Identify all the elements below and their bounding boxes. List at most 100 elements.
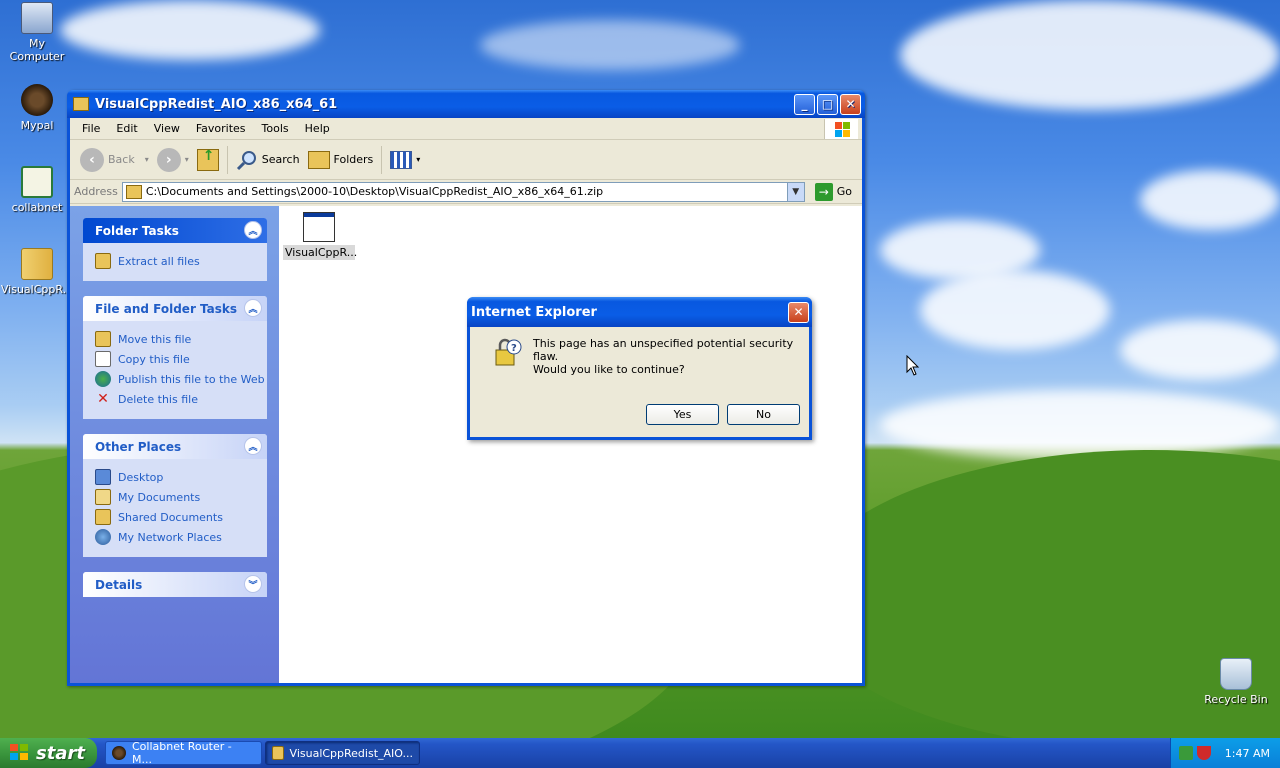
close-button[interactable]: ✕ — [840, 93, 861, 115]
back-button[interactable]: ‹ Back ▾ — [76, 145, 153, 175]
no-button[interactable]: No — [727, 404, 800, 425]
taskbar-item-collabnet[interactable]: Collabnet Router - M... — [105, 740, 262, 766]
place-label: My Documents — [118, 490, 201, 504]
recycle-bin-icon[interactable]: Recycle Bin — [1199, 658, 1273, 706]
desktop-icon-label: collabnet — [11, 201, 63, 214]
menu-favorites[interactable]: Favorites — [188, 122, 254, 135]
raccoon-icon — [21, 84, 53, 116]
group-title: Other Places — [95, 439, 182, 454]
up-folder-button[interactable]: ↑ — [193, 145, 223, 175]
cloud — [60, 0, 320, 60]
task-copy-file[interactable]: Copy this file — [95, 349, 267, 369]
menu-file[interactable]: File — [74, 122, 108, 135]
file-item[interactable]: VisualCppR... — [283, 210, 358, 260]
system-tray: 1:47 AM — [1170, 738, 1280, 768]
zip-folder-icon[interactable]: VisualCppR... — [0, 248, 74, 296]
task-label: Copy this file — [118, 352, 190, 366]
address-input[interactable]: C:\Documents and Settings\2000-10\Deskto… — [121, 181, 805, 202]
menu-edit[interactable]: Edit — [108, 122, 145, 135]
computer-icon — [21, 2, 53, 34]
taskbar-item-label: Collabnet Router - M... — [131, 740, 232, 766]
details-header[interactable]: Details ︾ — [83, 572, 267, 597]
menu-help[interactable]: Help — [297, 122, 338, 135]
collabnet-icon[interactable]: collabnet — [0, 166, 74, 214]
zip-icon — [21, 248, 53, 280]
group-title: Folder Tasks — [95, 223, 179, 238]
task-label: Extract all files — [118, 254, 200, 268]
task-extract-all[interactable]: Extract all files — [95, 251, 267, 271]
window-titlebar[interactable]: VisualCppRedist_AIO_x86_x64_61 _ □ ✕ — [67, 90, 865, 118]
go-button[interactable]: → Go — [809, 182, 858, 201]
task-publish-file[interactable]: Publish this file to the Web — [95, 369, 267, 389]
cloud — [1120, 320, 1280, 380]
collapse-icon[interactable]: ︽ — [244, 221, 262, 239]
window-title: VisualCppRedist_AIO_x86_x64_61 — [95, 96, 338, 112]
forward-button[interactable]: › ▾ — [153, 145, 193, 175]
my-documents-icon — [95, 489, 111, 505]
folder-tasks-header[interactable]: Folder Tasks ︽ — [83, 218, 267, 243]
extract-icon — [95, 253, 111, 269]
collapse-icon[interactable]: ︽ — [244, 437, 262, 455]
globe-icon — [95, 371, 111, 387]
task-move-file[interactable]: Move this file — [95, 329, 267, 349]
taskbar: start Collabnet Router - M... VisualCppR… — [0, 738, 1280, 768]
expand-icon[interactable]: ︾ — [244, 575, 262, 593]
minimize-button[interactable]: _ — [794, 93, 815, 115]
back-arrow-icon: ‹ — [80, 147, 104, 172]
dialog-title: Internet Explorer — [471, 304, 597, 320]
my-computer-icon[interactable]: My Computer — [0, 2, 74, 63]
desktop-icon-label: VisualCppR... — [0, 283, 74, 296]
place-network[interactable]: My Network Places — [95, 527, 267, 547]
security-dialog: Internet Explorer ✕ ? This page has an u… — [467, 297, 812, 440]
views-button[interactable]: ▾ — [386, 145, 424, 175]
go-arrow-icon: → — [814, 182, 833, 201]
yes-button[interactable]: Yes — [646, 404, 719, 425]
file-name: VisualCppR... — [283, 245, 358, 260]
menu-tools[interactable]: Tools — [254, 122, 297, 135]
group-title: Details — [95, 577, 143, 592]
task-delete-file[interactable]: ✕ Delete this file — [95, 389, 267, 409]
file-folder-tasks-header[interactable]: File and Folder Tasks ︽ — [83, 296, 267, 321]
address-dropdown-button[interactable]: ▼ — [786, 182, 804, 201]
network-icon — [95, 529, 111, 545]
clock[interactable]: 1:47 AM — [1225, 747, 1270, 760]
security-shield-icon[interactable] — [1197, 746, 1211, 760]
maximize-button[interactable]: □ — [817, 93, 838, 115]
file-list[interactable]: VisualCppR... — [279, 206, 862, 683]
start-button[interactable]: start — [0, 738, 97, 768]
place-shared-documents[interactable]: Shared Documents — [95, 507, 267, 527]
cloud — [880, 390, 1280, 460]
other-places-header[interactable]: Other Places ︽ — [83, 434, 267, 459]
search-button[interactable]: Search — [232, 145, 304, 175]
dialog-close-button[interactable]: ✕ — [788, 301, 809, 323]
zip-folder-icon — [73, 97, 89, 111]
task-label: Move this file — [118, 332, 192, 346]
place-my-documents[interactable]: My Documents — [95, 487, 267, 507]
mypal-icon[interactable]: Mypal — [0, 84, 74, 132]
mypal-icon — [112, 746, 126, 760]
menu-view[interactable]: View — [146, 122, 188, 135]
dialog-titlebar[interactable]: Internet Explorer ✕ — [467, 297, 812, 327]
place-desktop[interactable]: Desktop — [95, 467, 267, 487]
cloud — [480, 20, 740, 70]
task-pane: Folder Tasks ︽ Extract all files File an… — [70, 206, 279, 683]
address-label: Address — [74, 185, 118, 198]
go-label: Go — [836, 185, 852, 198]
svg-text:?: ? — [511, 343, 517, 354]
dialog-message-line1: This page has an unspecified potential s… — [533, 337, 794, 363]
taskbar-item-explorer[interactable]: VisualCppRedist_AIO... — [265, 741, 420, 765]
desktop-icon-label: My Computer — [9, 37, 65, 63]
cloud — [920, 270, 1110, 350]
network-tray-icon[interactable] — [1179, 746, 1193, 760]
collapse-icon[interactable]: ︽ — [244, 299, 262, 317]
folder-icon — [307, 150, 330, 169]
desktop-icon-label: Mypal — [20, 119, 54, 132]
back-label: Back — [108, 153, 135, 166]
place-label: My Network Places — [118, 530, 222, 544]
file-folder-tasks-group: File and Folder Tasks ︽ Move this file C… — [83, 296, 267, 419]
address-bar: Address C:\Documents and Settings\2000-1… — [70, 180, 862, 204]
certificate-icon — [21, 166, 53, 198]
folders-button[interactable]: Folders — [304, 145, 378, 175]
toolbar-separator — [381, 145, 383, 174]
place-label: Desktop — [118, 470, 164, 484]
